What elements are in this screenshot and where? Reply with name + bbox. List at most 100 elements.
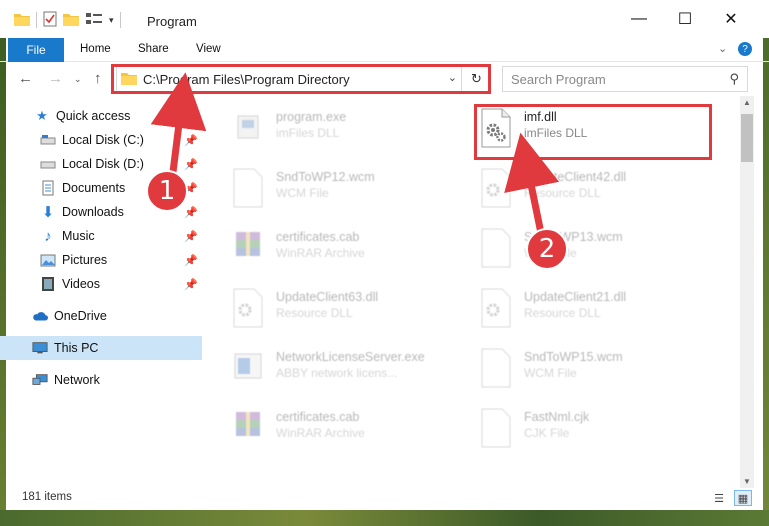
file-item[interactable]: FastNml.cjk CJK File	[454, 398, 694, 454]
file-item[interactable]: NetworkLicenseServer.exe ABBY network li…	[206, 338, 446, 394]
pin-icon[interactable]: 📌	[184, 134, 198, 147]
window-title: Program	[147, 14, 197, 29]
annotation-box-address	[111, 64, 491, 94]
sidebar-item-music[interactable]: ♪ Music 📌	[0, 224, 202, 248]
help-icon[interactable]: ?	[738, 42, 752, 56]
blank-file-icon	[480, 348, 512, 388]
ribbon: File Home Share View ⌄ ?	[0, 38, 769, 62]
file-item[interactable]: SndToWP13.wcm WCM File	[454, 218, 694, 274]
details-view-icon[interactable]: ☰	[710, 490, 728, 506]
desktop-background	[0, 510, 769, 526]
properties-icon[interactable]	[43, 11, 57, 30]
network-icon	[32, 372, 48, 388]
item-count: 181 items	[22, 491, 72, 503]
drive-icon	[40, 132, 56, 148]
file-name: UpdateClient42.dll	[524, 170, 627, 184]
file-type: ABBY network licens...	[276, 366, 398, 380]
minimize-button[interactable]: —	[616, 4, 662, 34]
pin-icon[interactable]: 📌	[184, 254, 198, 267]
file-item[interactable]: certificates.cab WinRAR Archive	[206, 218, 446, 274]
address-row: ← → ⌄ ↑ C:\Program Files\Program Directo…	[0, 62, 769, 96]
file-name: certificates.cab	[276, 410, 360, 424]
blank-file-icon	[232, 168, 264, 208]
sidebar-item-label: Network	[54, 373, 100, 387]
file-type: Resource DLL	[276, 306, 353, 320]
annotation-badge-1: 1	[146, 170, 188, 212]
tab-home[interactable]: Home	[80, 43, 111, 55]
file-type: WCM File	[524, 366, 577, 380]
file-type: Resource DLL	[524, 186, 601, 200]
videos-icon	[40, 276, 56, 292]
search-input[interactable]: Search Program ⚲	[502, 66, 748, 92]
pin-icon[interactable]: 📌	[184, 158, 198, 171]
dll-gear-icon	[480, 288, 512, 328]
maximize-button[interactable]: ☐	[662, 4, 708, 34]
music-icon: ♪	[44, 227, 52, 245]
sidebar-item-label: Local Disk (C:)	[62, 133, 144, 147]
dll-gear-icon	[480, 168, 512, 208]
drive-icon	[40, 156, 56, 172]
file-type: WinRAR Archive	[276, 426, 365, 440]
scroll-up-icon[interactable]: ▲	[740, 98, 754, 107]
file-item[interactable]: SndToWP12.wcm WCM File	[206, 158, 446, 214]
back-icon[interactable]: ←	[18, 70, 33, 87]
pin-icon[interactable]: 📌	[184, 206, 198, 219]
close-icon: ✕	[724, 11, 738, 28]
sidebar-item-local-disk-c[interactable]: Local Disk (C:) 📌	[0, 128, 202, 152]
file-item[interactable]: certificates.cab WinRAR Archive	[206, 398, 446, 454]
blank-file-icon	[480, 408, 512, 448]
customize-toolbar-dropdown-icon[interactable]: ▾	[109, 15, 114, 26]
winrar-icon	[232, 228, 264, 268]
scroll-thumb[interactable]	[741, 114, 753, 162]
documents-icon	[40, 180, 56, 196]
sidebar-item-videos[interactable]: Videos 📌	[0, 272, 202, 296]
file-name: UpdateClient63.dll	[276, 290, 379, 304]
toolbar-separator	[119, 12, 121, 28]
tab-file[interactable]: File	[8, 38, 64, 62]
file-item[interactable]: SndToWP15.wcm WCM File	[454, 338, 694, 394]
folder-icon	[14, 12, 30, 29]
quick-access-toolbar: ▾	[14, 10, 121, 30]
forward-icon[interactable]: →	[48, 70, 63, 87]
recent-locations-icon[interactable]: ⌄	[74, 74, 82, 85]
scroll-down-icon[interactable]: ▼	[740, 477, 754, 486]
file-item[interactable]: program.exe imFiles DLL	[206, 98, 446, 154]
large-icons-view-icon[interactable]: ▦	[734, 490, 752, 506]
new-folder-icon[interactable]	[63, 12, 79, 29]
expand-ribbon-icon[interactable]: ⌄	[718, 42, 727, 55]
file-item[interactable]: UpdateClient63.dll Resource DLL	[206, 278, 446, 334]
sidebar-item-label: Documents	[62, 181, 126, 195]
sidebar-item-label: Music	[62, 229, 95, 243]
pin-icon[interactable]: 📌	[184, 230, 198, 243]
sidebar-item-pictures[interactable]: Pictures 📌	[0, 248, 202, 272]
blank-file-icon	[480, 228, 512, 268]
sidebar-item-quick-access[interactable]: ★ Quick access	[0, 104, 202, 128]
app-icon	[232, 348, 264, 388]
navigation-pane: ★ Quick access Local Disk (C:) 📌 Local D…	[0, 100, 204, 480]
file-type: WinRAR Archive	[276, 246, 365, 260]
sidebar-item-this-pc[interactable]: This PC	[0, 336, 202, 360]
pin-icon[interactable]: 📌	[184, 278, 198, 291]
tab-view[interactable]: View	[196, 43, 221, 55]
view-options-icon[interactable]	[85, 12, 103, 29]
file-list: program.exe imFiles DLL imf.dll imFiles …	[206, 96, 738, 486]
sidebar-item-onedrive[interactable]: OneDrive	[0, 304, 202, 328]
sidebar-item-network[interactable]: Network	[0, 368, 202, 392]
annotation-badge-2: 2	[526, 228, 568, 270]
sidebar-item-label: This PC	[54, 341, 99, 355]
file-type: imFiles DLL	[276, 126, 340, 140]
close-button[interactable]: ✕	[708, 4, 754, 34]
status-bar: 181 items ☰ ▦	[0, 486, 769, 510]
vertical-scrollbar[interactable]: ▲ ▼	[740, 96, 754, 488]
file-name: NetworkLicenseServer.exe	[276, 350, 425, 364]
file-item[interactable]: UpdateClient21.dll Resource DLL	[454, 278, 694, 334]
sidebar-item-label: Videos	[62, 277, 100, 291]
file-item[interactable]: UpdateClient42.dll Resource DLL	[454, 158, 694, 214]
file-type: WCM File	[276, 186, 329, 200]
tab-share[interactable]: Share	[138, 43, 169, 55]
dll-gear-icon	[232, 288, 264, 328]
exe-icon	[232, 108, 264, 148]
up-icon[interactable]: ↑	[94, 70, 102, 87]
sidebar-item-label: OneDrive	[54, 309, 107, 323]
toolbar-separator	[36, 12, 37, 28]
